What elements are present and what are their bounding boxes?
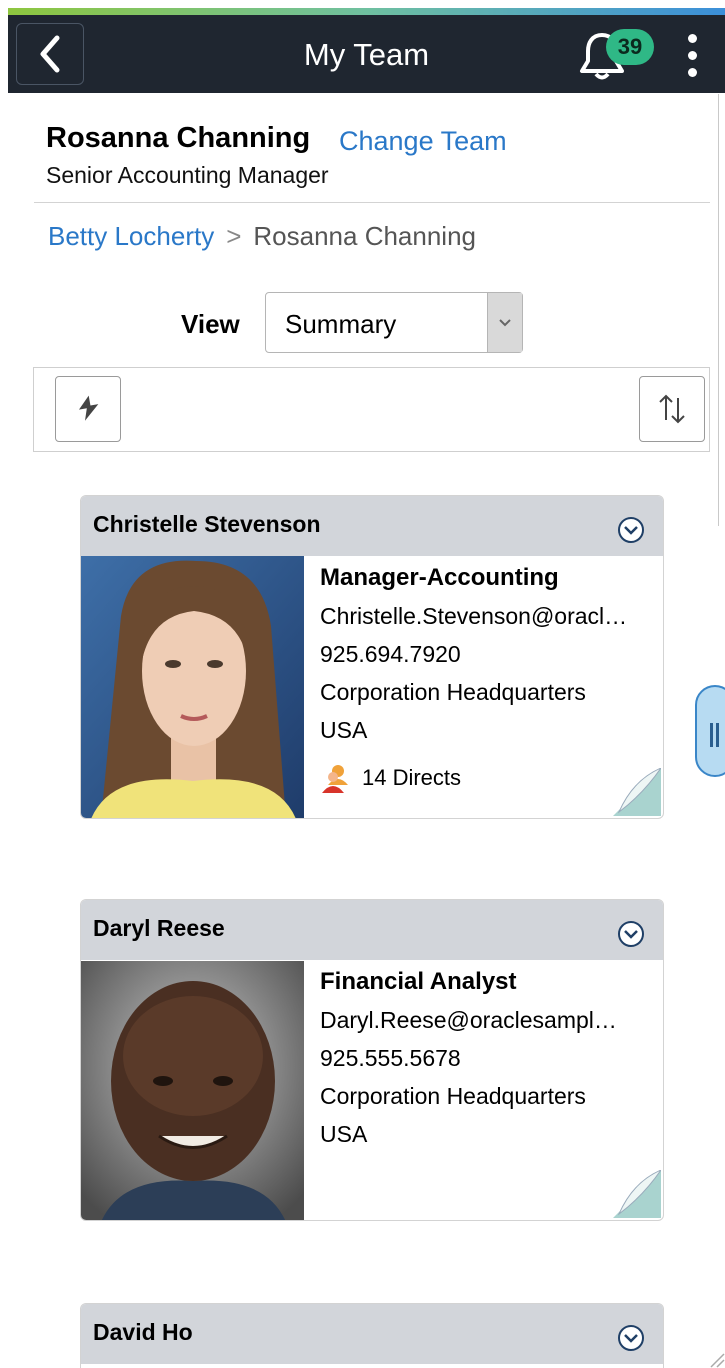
directs-count[interactable]: 14 Directs [362, 765, 461, 791]
directs-icon [322, 765, 348, 793]
employee-country: USA [320, 1121, 368, 1147]
divider [34, 202, 710, 203]
breadcrumb: Betty Locherty > Rosanna Channing [48, 221, 476, 252]
employee-location: Corporation Headquarters [320, 679, 586, 705]
hierarchy-button[interactable] [55, 376, 121, 442]
manager-name: Rosanna Channing [46, 122, 311, 154]
toolbar [33, 367, 710, 452]
employee-phone[interactable]: 925.555.5678 [320, 1039, 660, 1077]
manager-job-title: Senior Accounting Manager [46, 162, 329, 188]
vertical-scrollbar[interactable] [718, 94, 725, 526]
expand-chevron-icon[interactable] [616, 1323, 646, 1353]
change-team-link[interactable]: Change Team [339, 126, 507, 157]
sort-button[interactable] [639, 376, 705, 442]
view-select-value: Summary [285, 309, 397, 339]
kebab-menu-icon[interactable] [686, 34, 698, 80]
employee-job-title: Financial Analyst [320, 968, 517, 995]
breadcrumb-current: Rosanna Channing [253, 221, 477, 251]
resize-grip-icon[interactable] [705, 1348, 725, 1368]
employee-card[interactable]: David Ho [80, 1303, 664, 1368]
employee-email[interactable]: Christelle.Stevenson@oracl… [320, 597, 660, 635]
employee-name: Daryl Reese [93, 915, 225, 941]
employee-location: Corporation Headquarters [320, 1083, 586, 1109]
employee-photo [81, 961, 304, 1220]
card-header: David Ho [81, 1304, 663, 1364]
view-select[interactable]: Summary [265, 292, 523, 353]
view-label: View [181, 309, 240, 339]
directs-link[interactable]: 14 Directs [320, 763, 461, 793]
top-accent-strip [0, 0, 725, 16]
left-edge [0, 93, 8, 1368]
card-header: Daryl Reese [81, 900, 663, 960]
employee-country: USA [320, 717, 368, 743]
dropdown-chevron-icon[interactable] [487, 293, 522, 352]
side-panel-tab[interactable] [695, 685, 725, 777]
employee-name: David Ho [93, 1319, 193, 1345]
card-header: Christelle Stevenson [81, 496, 663, 556]
employee-name: Christelle Stevenson [93, 511, 321, 537]
breadcrumb-link[interactable]: Betty Locherty [48, 221, 214, 251]
sort-icon [659, 394, 685, 424]
hierarchy-icon [78, 395, 99, 421]
employee-email[interactable]: Daryl.Reese@oraclesampl… [320, 1001, 660, 1039]
employee-card[interactable]: Christelle Stevenson Manager-Accounting … [80, 495, 664, 819]
app-header: My Team 39 [8, 15, 725, 93]
breadcrumb-separator: > [226, 221, 242, 251]
employee-card[interactable]: Daryl Reese Financial Analyst Daryl.Rees… [80, 899, 664, 1221]
employee-photo [81, 556, 304, 818]
expand-chevron-icon[interactable] [616, 919, 646, 949]
expand-chevron-icon[interactable] [616, 515, 646, 545]
page-fold-icon[interactable] [613, 768, 661, 816]
employee-phone[interactable]: 925.694.7920 [320, 635, 660, 673]
employee-details: Manager-Accounting Christelle.Stevenson@… [320, 556, 660, 749]
employee-details: Financial Analyst Daryl.Reese@oraclesamp… [320, 960, 660, 1153]
page-fold-icon[interactable] [613, 1170, 661, 1218]
notification-count-badge[interactable]: 39 [606, 29, 654, 65]
employee-job-title: Manager-Accounting [320, 564, 559, 591]
